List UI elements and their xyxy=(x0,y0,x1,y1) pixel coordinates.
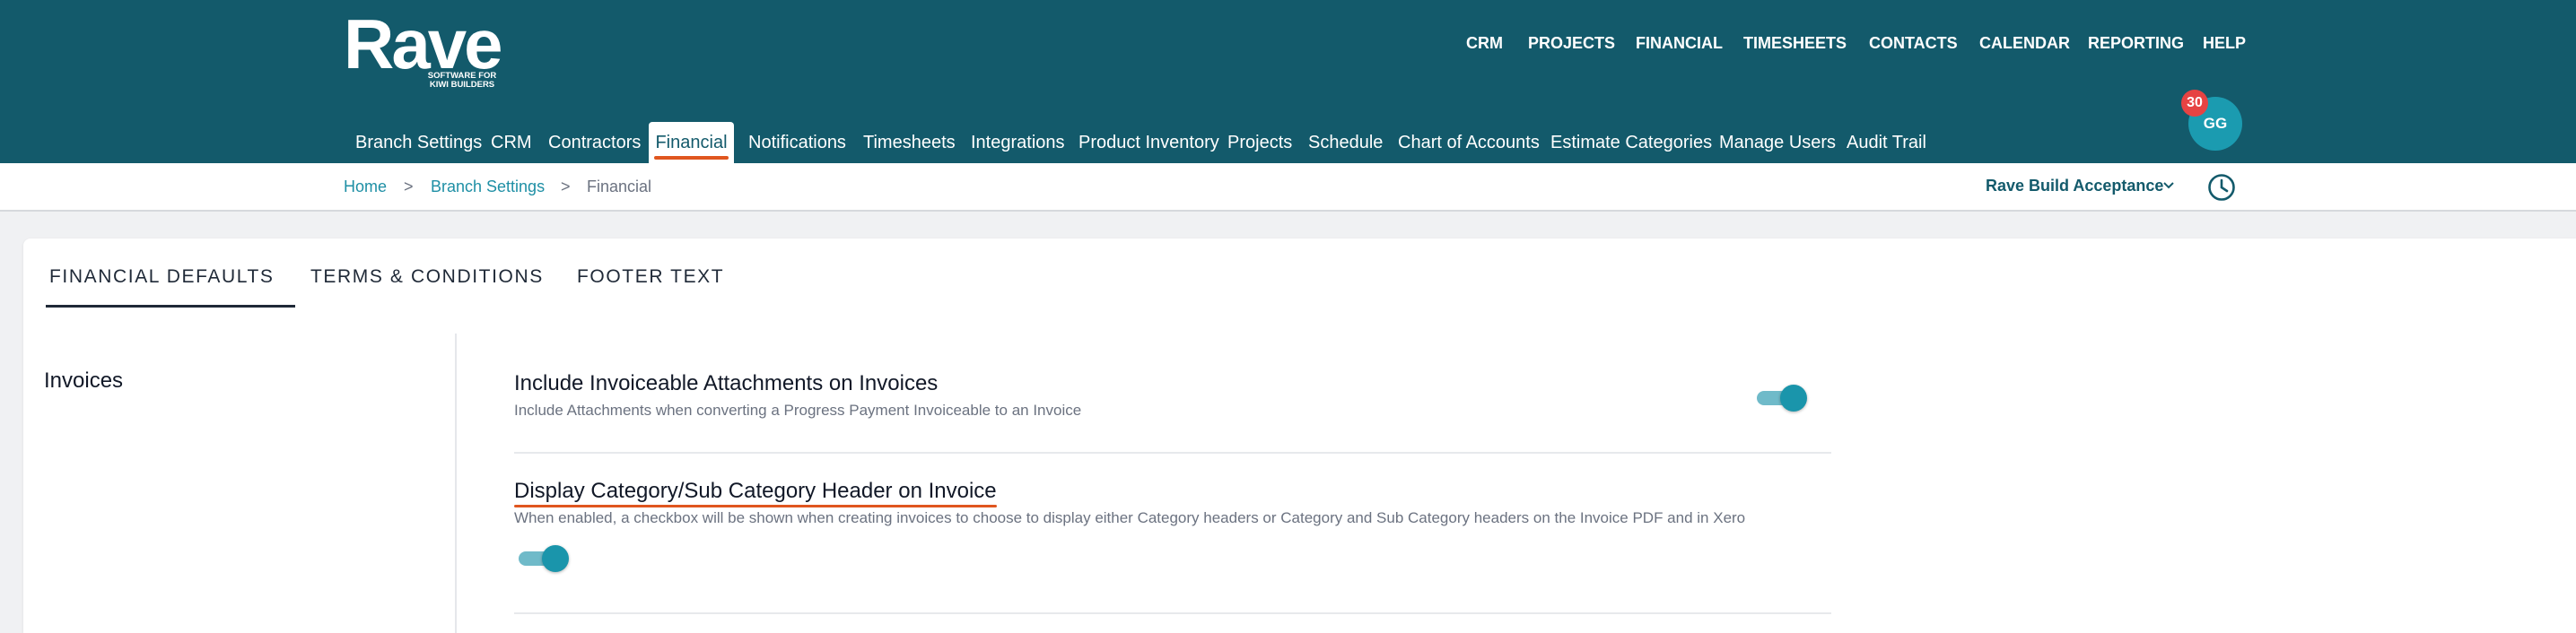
notification-badge[interactable]: 30 xyxy=(2181,90,2208,117)
active-tab-underline xyxy=(46,305,295,308)
main-nav-timesheets[interactable]: TIMESHEETS xyxy=(1743,32,1847,54)
section-label-invoices: Invoices xyxy=(44,369,124,393)
settings-nav-financial[interactable]: Financial xyxy=(649,122,734,163)
setting-divider xyxy=(514,452,1831,454)
main-nav-financial[interactable]: FINANCIAL xyxy=(1636,32,1723,54)
settings-nav-notifications[interactable]: Notifications xyxy=(748,129,846,156)
branch-selector[interactable]: Rave Build Acceptance xyxy=(1986,176,2174,195)
main-nav: CRM PROJECTS FINANCIAL TIMESHEETS CONTAC… xyxy=(1445,32,2246,54)
main-nav-projects[interactable]: PROJECTS xyxy=(1528,32,1615,54)
settings-nav-crm[interactable]: CRM xyxy=(491,129,532,156)
setting-title: Display Category/Sub Category Header on … xyxy=(514,479,997,503)
category-header-toggle[interactable] xyxy=(517,543,571,574)
breadcrumb-home[interactable]: Home xyxy=(344,177,387,196)
branch-selector-value: Rave Build Acceptance xyxy=(1986,177,2164,195)
clock-icon[interactable] xyxy=(2206,172,2237,203)
main-nav-help[interactable]: HELP xyxy=(2203,32,2246,54)
include-attachments-toggle[interactable] xyxy=(1755,383,1809,413)
breadcrumb-bar: Home > Branch Settings > Financial Rave … xyxy=(0,163,2576,212)
main-nav-reporting[interactable]: REPORTING xyxy=(2088,32,2184,54)
settings-nav-financial-label: Financial xyxy=(655,133,728,152)
settings-nav-product-inventory[interactable]: Product Inventory xyxy=(1078,129,1219,156)
settings-nav-manage-users[interactable]: Manage Users xyxy=(1719,129,1836,156)
main-nav-contacts[interactable]: CONTACTS xyxy=(1869,32,1958,54)
logo-wordmark: Rave xyxy=(344,4,502,83)
breadcrumb-current: Financial xyxy=(587,178,652,195)
main-nav-calendar[interactable]: CALENDAR xyxy=(1979,32,2070,54)
breadcrumb-separator: > xyxy=(404,178,414,195)
toggle-knob xyxy=(1780,385,1807,412)
active-tab-indicator xyxy=(654,156,729,160)
chevron-down-icon xyxy=(2163,182,2174,189)
settings-nav-chart-of-accounts[interactable]: Chart of Accounts xyxy=(1398,129,1540,156)
tab-financial-defaults[interactable]: FINANCIAL DEFAULTS xyxy=(49,265,275,289)
tab-footer-text[interactable]: FOOTER TEXT xyxy=(577,265,724,289)
logo-tagline: SOFTWARE FOR KIWI BUILDERS xyxy=(427,71,497,90)
settings-nav-audit-trail[interactable]: Audit Trail xyxy=(1847,129,1926,156)
app-header: Rave SOFTWARE FOR KIWI BUILDERS CRM PROJ… xyxy=(0,0,2576,163)
setting-description: Include Attachments when converting a Pr… xyxy=(514,402,1082,419)
breadcrumb-separator: > xyxy=(561,178,571,195)
setting-divider xyxy=(514,612,1831,614)
settings-nav-projects[interactable]: Projects xyxy=(1227,129,1292,156)
settings-nav-integrations[interactable]: Integrations xyxy=(971,129,1065,156)
setting-title: Include Invoiceable Attachments on Invoi… xyxy=(514,371,939,395)
main-nav-crm[interactable]: CRM xyxy=(1466,32,1503,54)
section-divider xyxy=(455,334,457,633)
setting-description: When enabled, a checkbox will be shown w… xyxy=(514,509,1746,526)
settings-nav-branch-settings[interactable]: Branch Settings xyxy=(355,129,482,156)
highlight-underline xyxy=(514,505,997,507)
settings-nav-estimate-categories[interactable]: Estimate Categories xyxy=(1550,129,1712,156)
settings-card: FINANCIAL DEFAULTS TERMS & CONDITIONS FO… xyxy=(23,238,2576,633)
rave-logo[interactable]: Rave SOFTWARE FOR KIWI BUILDERS xyxy=(344,9,505,94)
settings-nav-timesheets[interactable]: Timesheets xyxy=(863,129,956,156)
settings-nav-contractors[interactable]: Contractors xyxy=(548,129,641,156)
toggle-knob xyxy=(542,545,569,572)
breadcrumb-branch-settings[interactable]: Branch Settings xyxy=(431,177,545,196)
settings-nav-schedule[interactable]: Schedule xyxy=(1308,129,1383,156)
tab-terms-and-conditions[interactable]: TERMS & CONDITIONS xyxy=(310,265,544,289)
